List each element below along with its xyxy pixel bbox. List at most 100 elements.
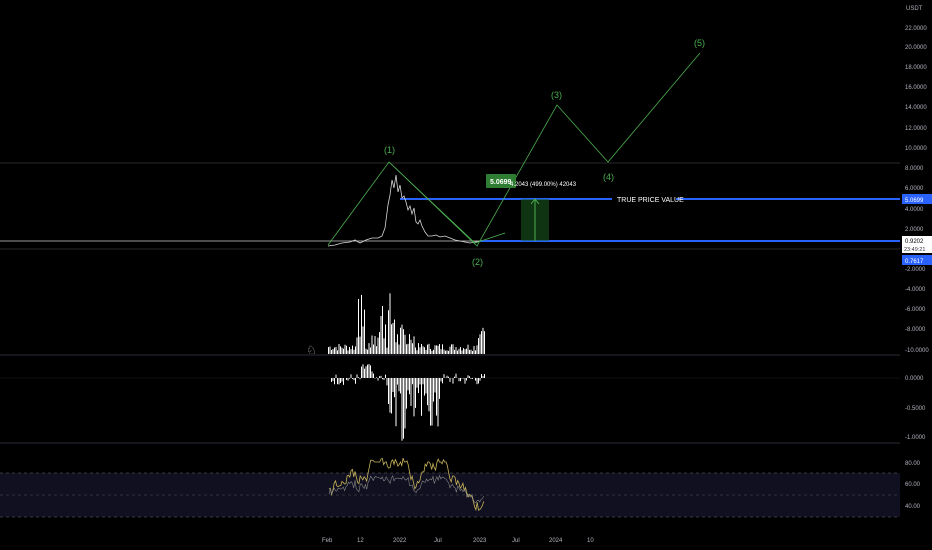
oscillator-histogram — [331, 364, 485, 441]
chart-canvas[interactable]: USDT TRUE PRICE VALUE (1) (2) (3) (4) (5… — [0, 0, 932, 550]
oscillator-bar — [332, 378, 334, 381]
countdown-tag: 23:49:21 — [904, 247, 925, 253]
indicator-logo-icon: ♘ — [306, 343, 317, 357]
oscillator-bar — [430, 378, 431, 426]
wave-label-1: (1) — [384, 145, 395, 155]
price-tick-label: -2.0000 — [905, 267, 926, 273]
oscillator-bar — [454, 376, 455, 378]
volume-bar — [482, 327, 484, 354]
oscillator-bar — [419, 378, 421, 385]
oscillator-bar — [356, 374, 358, 378]
oscillator-bar — [460, 378, 461, 382]
price-tick-label: 22.0000 — [905, 26, 927, 32]
volume-bar — [346, 345, 347, 354]
volume-bar — [355, 346, 356, 354]
oscillator-bar — [347, 378, 349, 381]
price-tick-label: -4.0000 — [905, 287, 926, 293]
volume-bar — [431, 350, 433, 354]
oscillator-bar — [442, 378, 443, 384]
oscillator-bar — [355, 378, 356, 384]
oscillator-bar — [461, 378, 463, 379]
volume-bar — [389, 293, 391, 354]
price-axis[interactable]: 22.0000 20.0000 18.0000 16.0000 14.0000 12.00… — [905, 26, 929, 354]
price-tick-label: 2.0000 — [905, 227, 924, 233]
current-price-tag: 0.9202 — [905, 239, 924, 245]
volume-bar — [458, 348, 460, 354]
measure-text: 4.2043 (499.00%) 42043 — [510, 182, 577, 188]
oscillator-bar — [469, 376, 470, 378]
oscillator-bar — [395, 378, 397, 427]
oscillator-bar — [380, 375, 382, 378]
volume-bar — [440, 349, 442, 354]
oscillator-axis[interactable]: 0.0000 -0.5000 -1.0000 — [905, 376, 926, 441]
oscillator-bar — [359, 378, 361, 380]
volume-bar — [418, 343, 419, 354]
oscillator-bar — [343, 378, 344, 385]
volume-bar — [410, 339, 412, 354]
volume-bar — [479, 334, 481, 354]
measure-value: 5.0699 — [490, 179, 512, 186]
time-axis[interactable]: Feb 12 2022 Jul 2023 Jul 2024 10 — [322, 538, 594, 544]
oscillator-bar — [386, 378, 388, 386]
oscillator-bar — [467, 375, 469, 378]
price-unit-label: USDT — [906, 6, 923, 12]
oscillator-bar — [418, 378, 419, 394]
oscillator-bar — [349, 378, 350, 379]
volume-bar — [373, 344, 374, 354]
oscillator-bar — [358, 377, 359, 378]
volume-bar — [427, 344, 428, 354]
volume-bar — [379, 332, 380, 354]
volume-bar — [334, 347, 335, 354]
volume-bar — [404, 334, 406, 354]
oscillator-bar — [364, 368, 365, 378]
oscillator-bar — [350, 374, 352, 378]
volume-bar — [457, 350, 458, 354]
time-tick-label: Jul — [512, 538, 520, 544]
time-tick-label: Jul — [434, 538, 442, 544]
oscillator-bar — [436, 378, 437, 416]
volume-bar — [391, 324, 392, 354]
oscillator-bar — [362, 364, 364, 378]
volume-bar — [362, 326, 364, 354]
volume-bar — [359, 336, 361, 354]
volume-bar — [421, 344, 422, 354]
volume-bar — [476, 345, 478, 354]
oscillator-bar — [334, 378, 335, 385]
volume-bar — [424, 347, 425, 354]
osc-tick-label: 0.0000 — [905, 376, 924, 382]
volume-bar — [376, 346, 377, 354]
volume-bar — [449, 346, 451, 354]
volume-bar — [352, 345, 353, 354]
price-tick-label: 16.0000 — [905, 85, 927, 91]
price-tick-label: 8.0000 — [905, 166, 924, 172]
volume-bar — [392, 322, 394, 354]
volume-bar — [484, 331, 485, 354]
volume-bar — [344, 344, 346, 354]
volume-bar — [469, 349, 470, 354]
price-tick-label: -8.0000 — [905, 327, 926, 333]
oscillator-bar — [464, 378, 466, 384]
volume-bar — [416, 350, 418, 354]
volume-bar — [395, 342, 397, 354]
target-label: TRUE PRICE VALUE — [617, 197, 684, 204]
oscillator-bar — [397, 378, 398, 385]
oscillator-bar — [403, 378, 404, 439]
oscillator-bar — [425, 378, 427, 394]
oscillator-bar — [407, 378, 409, 391]
volume-bar — [407, 343, 409, 354]
volume-bar — [331, 350, 332, 354]
volume-bar — [337, 350, 338, 354]
osc-tick-label: -1.0000 — [905, 435, 926, 441]
rsi-tick-label: 60.00 — [905, 482, 921, 488]
volume-bar — [473, 346, 475, 354]
rsi-tick-label: 40.00 — [905, 504, 921, 510]
rsi-axis[interactable]: 80.00 60.00 40.00 — [905, 461, 921, 510]
time-tick-label: Feb — [322, 538, 333, 544]
oscillator-bar — [401, 378, 403, 441]
oscillator-bar — [475, 378, 476, 381]
time-tick-label: 12 — [357, 538, 364, 544]
time-tick-label: 2022 — [393, 538, 407, 544]
volume-bar — [364, 309, 365, 354]
volume-bar — [481, 331, 482, 354]
oscillator-bar — [427, 378, 428, 406]
